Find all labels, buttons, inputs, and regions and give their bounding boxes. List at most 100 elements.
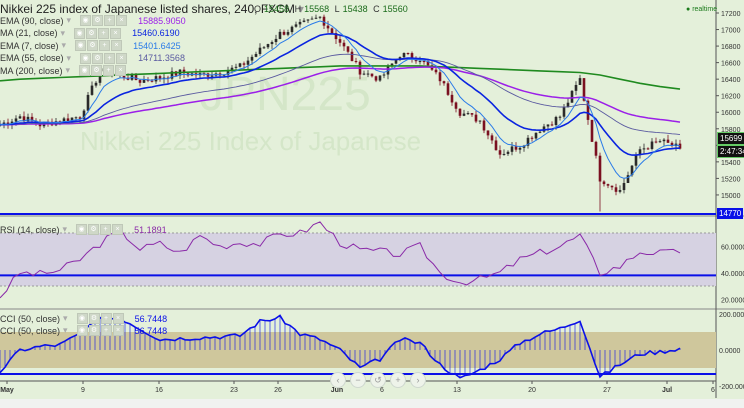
gear-icon[interactable]: ⚙ — [88, 224, 100, 235]
gear-icon[interactable]: ⚙ — [91, 65, 103, 76]
indicator-label[interactable]: EMA (55, close) — [0, 53, 64, 63]
indicator-legend[interactable]: EMA (7, close) ▾ ◉ ⚙ + × 15401.6425 — [0, 40, 181, 51]
candle-body — [422, 61, 426, 63]
close-icon[interactable]: × — [115, 65, 127, 76]
cci-legend[interactable]: CCI (50, close) ▾ ◉ ⚙ + × 56.7448 — [0, 325, 167, 336]
plus-icon[interactable]: + — [100, 224, 112, 235]
scroll-left-button[interactable]: ‹ — [330, 372, 346, 388]
gear-icon[interactable]: ⚙ — [88, 313, 100, 324]
indicator-value: 51.1891 — [134, 224, 167, 235]
chevron-down-icon[interactable]: ▾ — [61, 28, 66, 39]
plus-icon[interactable]: + — [104, 52, 116, 64]
close-icon[interactable]: × — [116, 15, 128, 26]
x-tick-label: 13 — [453, 387, 461, 394]
eye-icon[interactable]: ◉ — [79, 65, 91, 76]
eye-icon[interactable]: ◉ — [76, 325, 88, 336]
indicator-legend[interactable]: MA (200, close) ▾ ◉ ⚙ + × — [0, 65, 137, 76]
symbol-title[interactable]: Nikkei 225 index of Japanese listed shar… — [0, 2, 295, 16]
close-icon[interactable]: × — [110, 27, 122, 39]
eye-icon[interactable]: ◉ — [74, 27, 86, 39]
indicator-label[interactable]: EMA (90, close) — [0, 16, 64, 26]
chevron-down-icon[interactable]: ▾ — [63, 313, 68, 324]
chevron-down-icon[interactable]: ▾ — [63, 224, 68, 235]
candle-body — [482, 120, 486, 131]
candle-body — [570, 90, 574, 103]
chevron-down-icon[interactable]: ▾ — [67, 15, 72, 26]
indicator-label[interactable]: MA (21, close) — [0, 28, 58, 38]
indicator-label[interactable]: RSI (14, close) — [0, 225, 60, 235]
candle-body — [294, 24, 298, 27]
candle-body — [438, 72, 442, 82]
candle-body — [406, 52, 410, 54]
indicator-legend[interactable]: MA (21, close) ▾ ◉ ⚙ + × 15460.6190 — [0, 27, 180, 39]
plus-icon[interactable]: + — [100, 325, 112, 336]
close-icon[interactable]: × — [112, 313, 124, 324]
cci-legend[interactable]: CCI (50, close) ▾ ◉ ⚙ + × 56.7448 — [0, 313, 167, 324]
close-icon[interactable]: × — [111, 40, 123, 51]
chevron-down-icon[interactable]: ▾ — [66, 65, 71, 76]
close-value: 15560 — [382, 4, 408, 14]
indicator-label[interactable]: EMA (7, close) — [0, 41, 59, 51]
close-icon[interactable]: × — [116, 52, 128, 64]
y-tick-label: 15400 — [721, 160, 741, 167]
plus-icon[interactable]: + — [104, 15, 116, 26]
candle-body — [322, 16, 326, 26]
candle-body — [418, 61, 422, 63]
chevron-down-icon[interactable]: ▾ — [67, 53, 72, 64]
gear-icon[interactable]: ⚙ — [92, 15, 104, 26]
candle-body — [74, 117, 78, 119]
indicator-legend[interactable]: EMA (55, close) ▾ ◉ ⚙ + × 14711.3568 — [0, 52, 185, 64]
close-icon[interactable]: × — [112, 325, 124, 336]
eye-icon[interactable]: ◉ — [76, 313, 88, 324]
plus-icon[interactable]: + — [103, 65, 115, 76]
indicator-label[interactable]: MA (200, close) — [0, 66, 63, 76]
open-value: 15458 — [264, 4, 290, 14]
candle-body — [462, 113, 466, 116]
plus-icon[interactable]: + — [99, 40, 111, 51]
rsi-legend[interactable]: RSI (14, close) ▾ ◉ ⚙ + × 51.1891 — [0, 224, 167, 235]
chevron-down-icon[interactable]: ▾ — [62, 40, 67, 51]
gear-icon[interactable]: ⚙ — [92, 52, 104, 64]
eye-icon[interactable]: ◉ — [76, 224, 88, 235]
scroll-right-button[interactable]: › — [410, 372, 426, 388]
gear-icon[interactable]: ⚙ — [86, 27, 98, 39]
candle-body — [534, 132, 538, 139]
plus-icon[interactable]: + — [98, 27, 110, 39]
candle-body — [338, 39, 342, 43]
y-tick-label: 16400 — [721, 77, 741, 84]
candle-body — [650, 141, 654, 149]
candle-body — [314, 17, 318, 19]
plus-icon[interactable]: + — [100, 313, 112, 324]
chart-nav: ‹ − ↺ + › — [330, 372, 426, 388]
x-tick-label: 23 — [230, 387, 238, 394]
indicator-label[interactable]: CCI (50, close) — [0, 326, 60, 336]
eye-icon[interactable]: ◉ — [80, 15, 92, 26]
bottom-bar — [0, 399, 744, 408]
x-tick-label: 20 — [528, 387, 536, 394]
indicator-label[interactable]: CCI (50, close) — [0, 314, 60, 324]
candle-body — [302, 20, 306, 22]
candle-body — [326, 25, 330, 29]
gear-icon[interactable]: ⚙ — [87, 40, 99, 51]
candle-body — [562, 107, 566, 117]
eye-icon[interactable]: ◉ — [80, 52, 92, 64]
candle-body — [546, 124, 550, 127]
zoom-out-button[interactable]: − — [350, 372, 366, 388]
candle-body — [486, 130, 490, 136]
candle-body — [14, 118, 18, 122]
close-icon[interactable]: × — [112, 224, 124, 235]
candle-body — [310, 18, 314, 20]
chevron-down-icon[interactable]: ▾ — [63, 325, 68, 336]
x-tick-label: 26 — [274, 387, 282, 394]
candle-body — [646, 148, 650, 150]
eye-icon[interactable]: ◉ — [75, 40, 87, 51]
candle-body — [350, 51, 354, 62]
candle-body — [498, 150, 502, 155]
candle-body — [374, 76, 378, 81]
candle-body — [286, 32, 290, 35]
indicator-legend[interactable]: EMA (90, close) ▾ ◉ ⚙ + × 15885.9050 — [0, 15, 186, 26]
zoom-in-button[interactable]: + — [390, 372, 406, 388]
reset-button[interactable]: ↺ — [370, 372, 386, 388]
gear-icon[interactable]: ⚙ — [88, 325, 100, 336]
indicator-value: 56.7448 — [134, 325, 168, 336]
